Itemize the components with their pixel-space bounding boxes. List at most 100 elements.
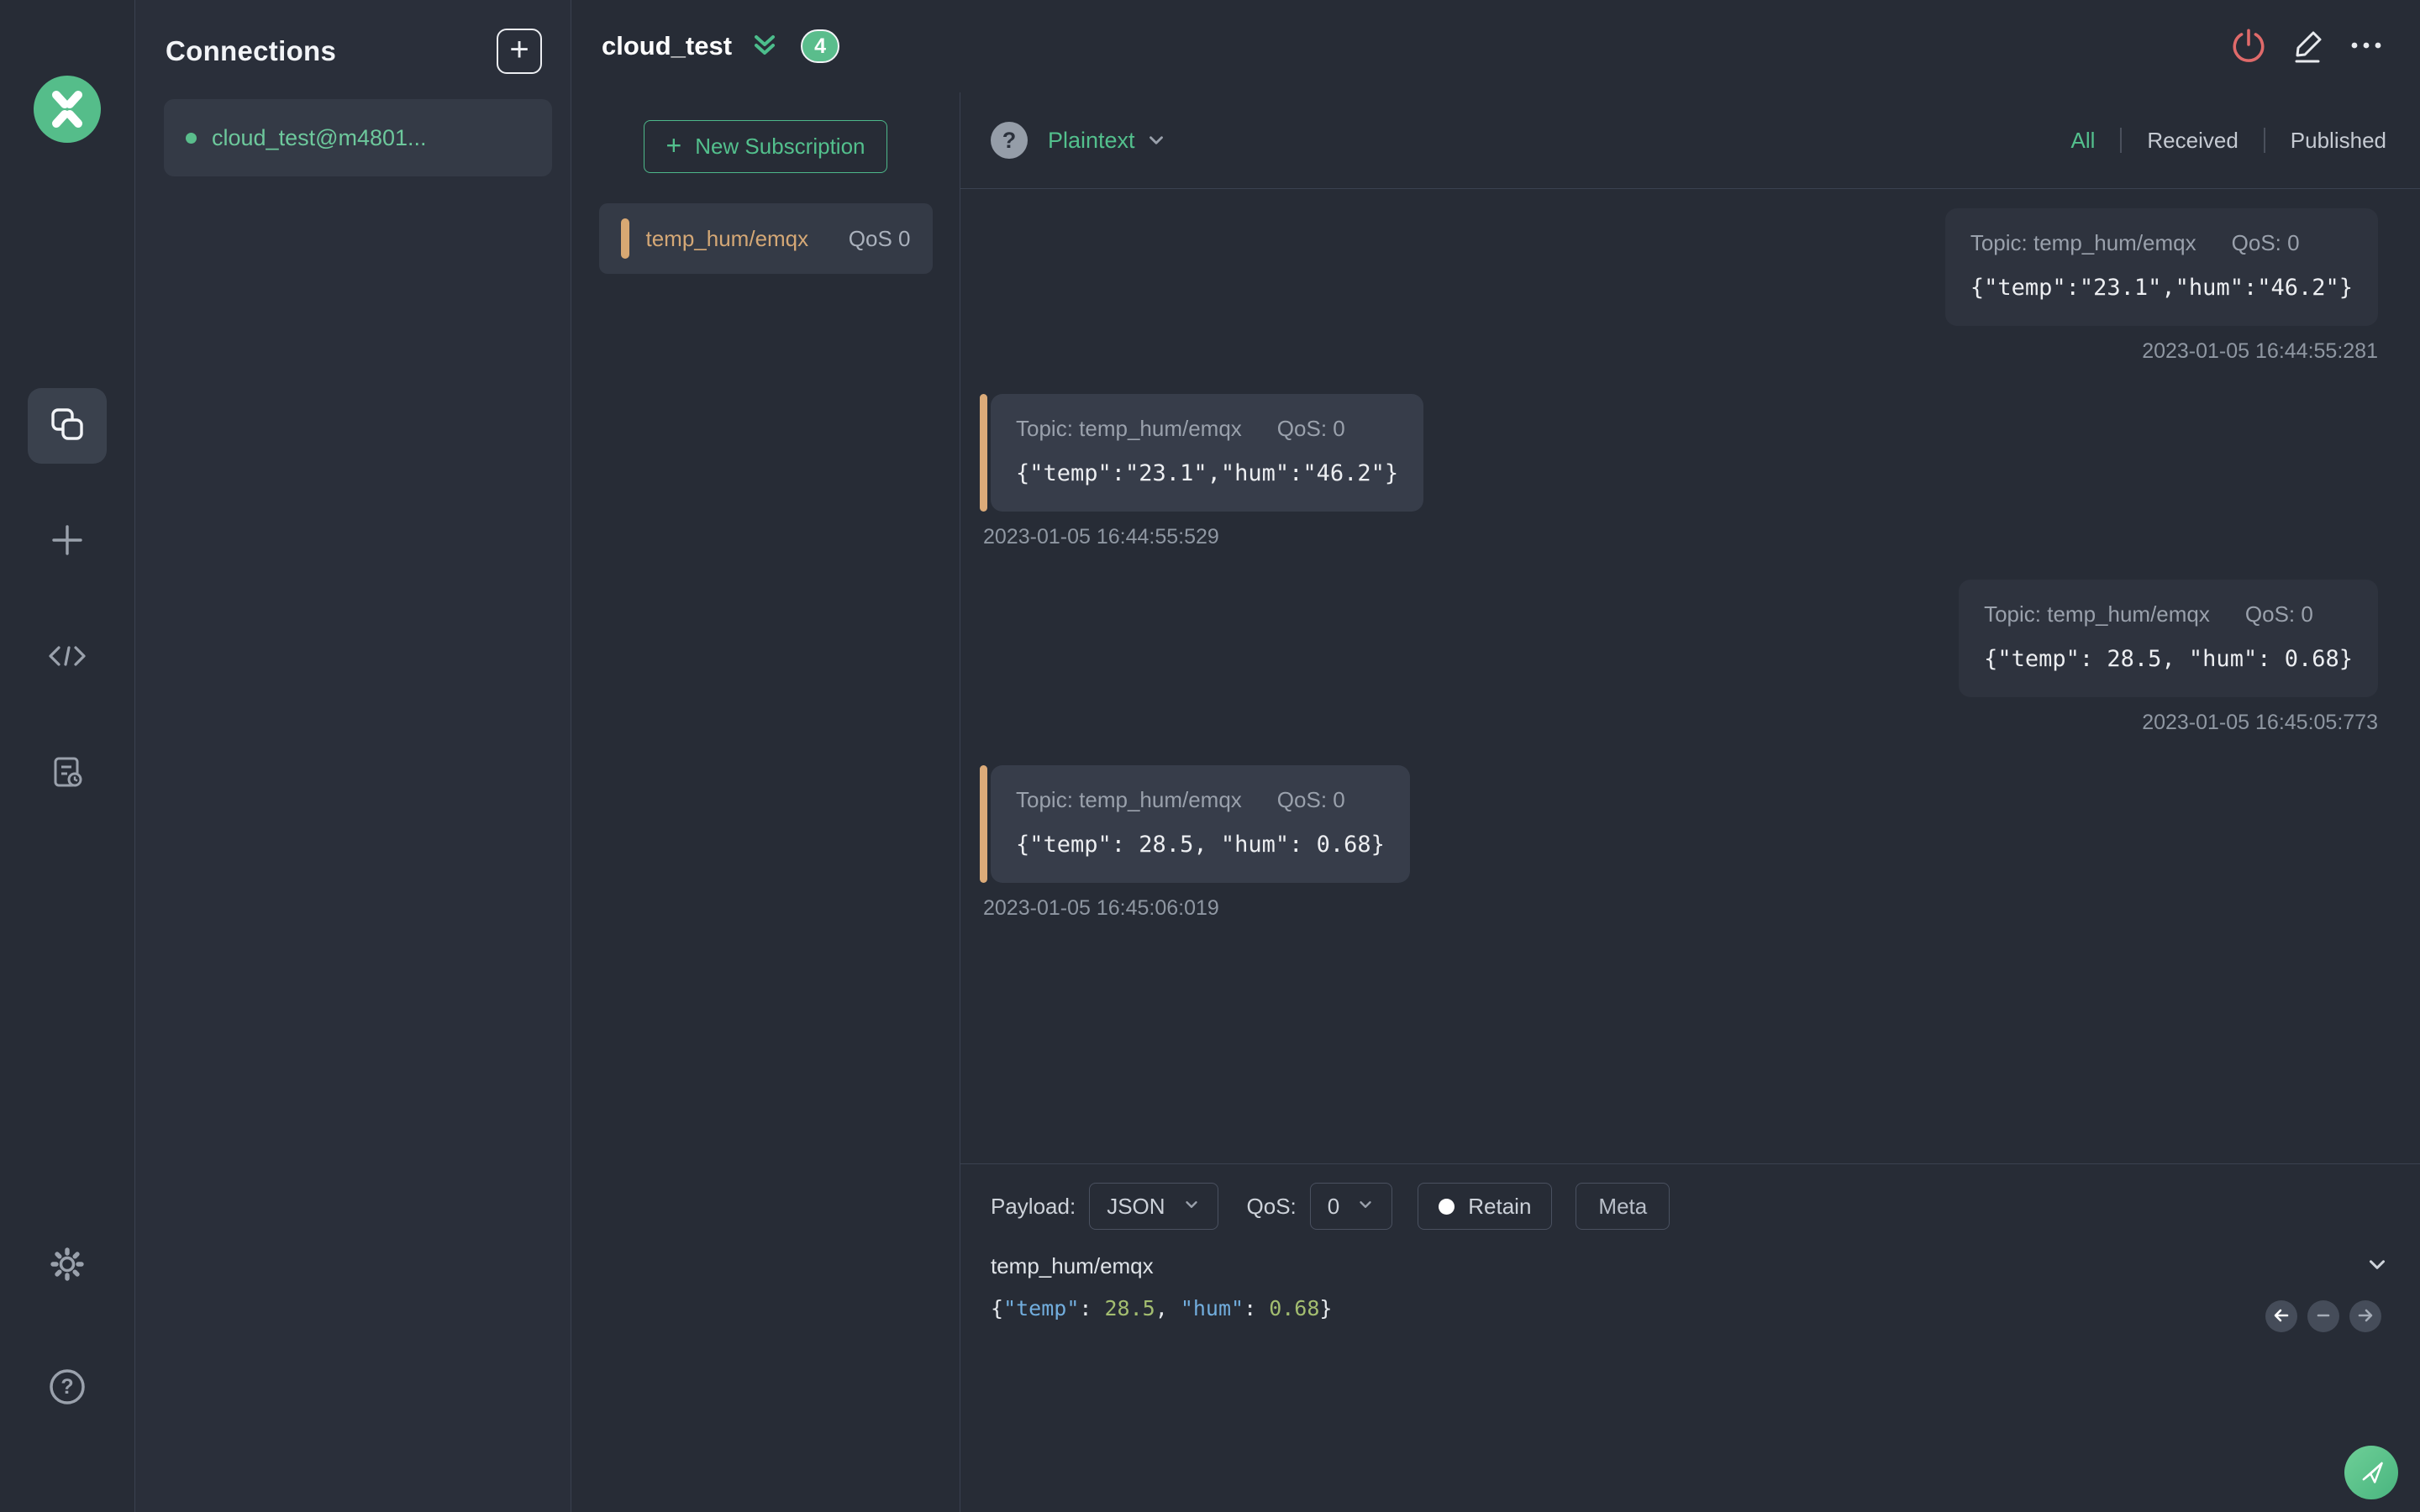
message-card[interactable]: Topic: temp_hum/emqx QoS: 0 {"temp": 28.…	[1959, 580, 2378, 697]
message-wrap: Topic: temp_hum/emqx QoS: 0 {"temp": 28.…	[980, 765, 1410, 883]
message-meta: Topic: temp_hum/emqx QoS: 0	[1016, 416, 1398, 442]
paper-plane-icon	[2354, 1455, 2388, 1491]
page-title: cloud_test	[602, 31, 733, 60]
connection-name: cloud_test@m4801...	[212, 124, 427, 150]
payload-token: "hum"	[1180, 1296, 1244, 1320]
help-icon: ?	[47, 1367, 87, 1411]
message-qos: QoS: 0	[1276, 416, 1345, 441]
qos-label: QoS:	[1246, 1193, 1297, 1219]
tab-separator	[2120, 128, 2123, 153]
edit-connection-button[interactable]	[2287, 26, 2328, 66]
next-message-button[interactable]	[2349, 1300, 2381, 1332]
subscription-item[interactable]: temp_hum/emqx QoS 0	[598, 203, 933, 274]
help-button[interactable]: ?	[28, 1351, 107, 1426]
retain-toggle[interactable]: Retain	[1418, 1183, 1553, 1230]
code-icon	[47, 636, 87, 680]
qos-dropdown[interactable]: 0	[1309, 1183, 1393, 1230]
tab-all[interactable]: All	[2070, 128, 2095, 154]
message-payload: {"temp": 28.5, "hum": 0.68}	[1984, 646, 2353, 672]
subscriptions-column: + New Subscription temp_hum/emqx QoS 0	[571, 92, 960, 1512]
subscription-topic: temp_hum/emqx	[645, 225, 809, 251]
message-topic: Topic: temp_hum/emqx	[1016, 787, 1242, 812]
message-payload: {"temp":"23.1","hum":"46.2"}	[1016, 460, 1399, 486]
disconnect-button[interactable]	[2228, 26, 2269, 66]
more-options-button[interactable]	[2346, 26, 2386, 66]
message-timestamp: 2023-01-05 16:45:06:019	[983, 896, 1219, 920]
svg-text:?: ?	[60, 1375, 73, 1399]
message-qos: QoS: 0	[2244, 601, 2313, 627]
message-meta: Topic: temp_hum/emqx QoS: 0	[1970, 230, 2353, 256]
new-subscription-label: New Subscription	[695, 134, 865, 159]
app-logo-icon	[34, 76, 101, 143]
message-received: Topic: temp_hum/emqx QoS: 0 {"temp":"23.…	[980, 394, 1424, 549]
add-connection-button[interactable]: +	[497, 29, 542, 74]
message-color-bar	[980, 765, 987, 883]
message-published: Topic: temp_hum/emqx QoS: 0 {"temp":"23.…	[1944, 208, 2378, 364]
payload-token: 0.68	[1269, 1296, 1320, 1320]
payload-format-select[interactable]: Plaintext	[1048, 128, 1135, 154]
message-card[interactable]: Topic: temp_hum/emqx QoS: 0 {"temp":"23.…	[991, 394, 1424, 512]
format-help-icon[interactable]: ?	[991, 122, 1028, 159]
gear-icon	[47, 1244, 87, 1289]
payload-token: "temp"	[1003, 1296, 1080, 1320]
send-button[interactable]	[2344, 1446, 2398, 1499]
prev-message-button[interactable]	[2265, 1300, 2297, 1332]
collapse-history-button[interactable]	[2307, 1300, 2339, 1332]
message-card[interactable]: Topic: temp_hum/emqx QoS: 0 {"temp": 28.…	[991, 765, 1410, 883]
chevron-down-icon	[1356, 1194, 1375, 1220]
message-list: Topic: temp_hum/emqx QoS: 0 {"temp":"23.…	[960, 189, 2420, 1163]
connections-title: Connections	[166, 35, 337, 66]
sidebar-item-connections[interactable]	[28, 388, 107, 464]
settings-button[interactable]	[28, 1228, 107, 1304]
new-subscription-button[interactable]: + New Subscription	[644, 120, 887, 173]
chevron-down-icon[interactable]	[1145, 129, 1167, 151]
sidebar-item-new-connection[interactable]	[28, 504, 107, 580]
sidebar-item-script[interactable]	[28, 620, 107, 696]
connections-panel: Connections + cloud_test@m4801...	[135, 0, 571, 1512]
connection-status-dot	[186, 132, 197, 144]
payload-token: }	[1319, 1296, 1333, 1320]
document-clock-icon	[47, 752, 87, 796]
connection-topbar: cloud_test 4	[571, 0, 2420, 92]
nav-sidebar: ?	[0, 0, 135, 1512]
connections-icon	[47, 404, 87, 449]
tab-received[interactable]: Received	[2147, 128, 2238, 154]
plus-icon: +	[509, 31, 529, 68]
retain-dot-icon	[1439, 1198, 1455, 1215]
tab-published[interactable]: Published	[2291, 128, 2386, 154]
messages-toolbar: ? Plaintext All Received Published	[960, 92, 2420, 189]
tab-separator	[2263, 128, 2265, 153]
payload-format-dropdown[interactable]: JSON	[1089, 1183, 1218, 1230]
arrow-right-icon	[2355, 1305, 2375, 1328]
sidebar-item-log[interactable]	[28, 736, 107, 811]
payload-token: ,	[1155, 1296, 1181, 1320]
collapse-editor-icon[interactable]	[2365, 1252, 2390, 1277]
publish-payload-editor[interactable]: {"temp": 28.5, "hum": 0.68}	[991, 1296, 2386, 1320]
payload-label: Payload:	[991, 1193, 1076, 1219]
subscription-color-bar	[620, 218, 629, 259]
connections-header: Connections +	[135, 0, 571, 74]
payload-token: {	[991, 1296, 1004, 1320]
main-area: cloud_test 4 + New Subscription temp_hum…	[571, 0, 2420, 1512]
plus-icon: +	[666, 130, 682, 160]
message-card[interactable]: Topic: temp_hum/emqx QoS: 0 {"temp":"23.…	[1944, 208, 2378, 326]
message-color-bar	[980, 394, 987, 512]
payload-token: :	[1244, 1296, 1270, 1320]
meta-button[interactable]: Meta	[1576, 1183, 1670, 1230]
message-meta: Topic: temp_hum/emqx QoS: 0	[1984, 601, 2353, 627]
message-timestamp: 2023-01-05 16:44:55:529	[983, 525, 1219, 549]
connection-list-item[interactable]: cloud_test@m4801...	[164, 99, 552, 176]
minus-icon	[2313, 1305, 2333, 1328]
message-payload: {"temp":"23.1","hum":"46.2"}	[1970, 275, 2353, 301]
publish-topic-input[interactable]: temp_hum/emqx	[991, 1253, 1154, 1278]
publish-controls: Payload: JSON QoS: 0 Retain Meta	[991, 1183, 2386, 1230]
retain-label: Retain	[1468, 1193, 1532, 1219]
sidebar-bottom-group: ?	[28, 1228, 107, 1512]
message-published: Topic: temp_hum/emqx QoS: 0 {"temp": 28.…	[1959, 580, 2378, 735]
collapse-double-chevron-icon[interactable]	[750, 34, 779, 59]
message-timestamp: 2023-01-05 16:44:55:281	[2142, 339, 2378, 363]
message-qos: QoS: 0	[1276, 787, 1345, 812]
message-payload: {"temp": 28.5, "hum": 0.68}	[1016, 832, 1385, 858]
payload-token: :	[1079, 1296, 1105, 1320]
message-meta: Topic: temp_hum/emqx QoS: 0	[1016, 787, 1385, 813]
